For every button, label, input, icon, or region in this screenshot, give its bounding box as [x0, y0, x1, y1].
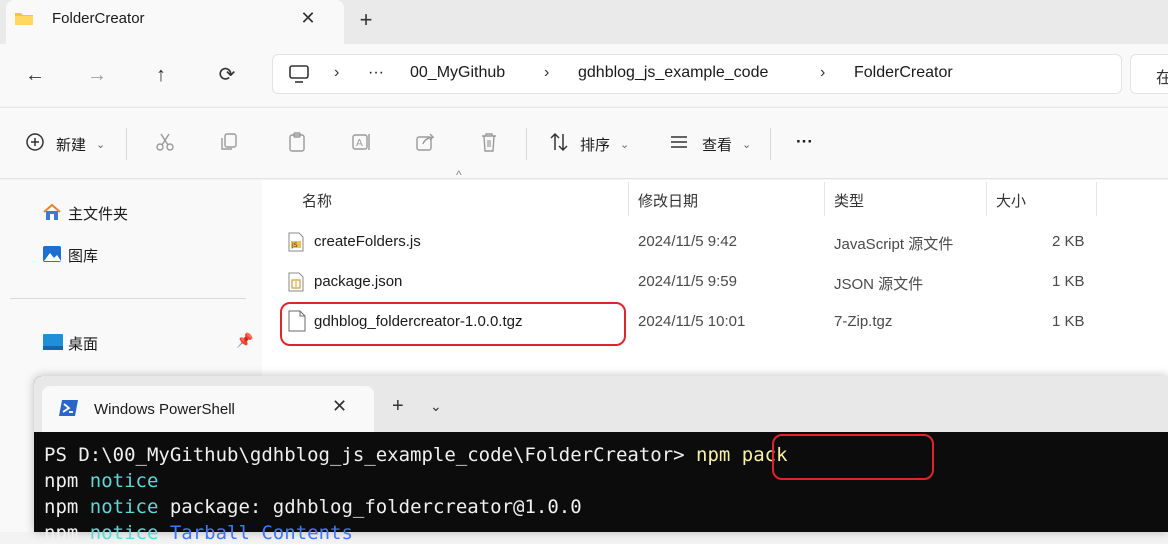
sidebar-item-label: 桌面	[68, 336, 99, 353]
column-header-size[interactable]: 大小	[996, 190, 1026, 211]
breadcrumb-00-mygithub[interactable]: 00_MyGithub	[410, 64, 505, 82]
breadcrumb-separator: ›	[334, 64, 340, 81]
powershell-tab-title: Windows PowerShell	[94, 401, 235, 418]
cut-icon[interactable]	[154, 131, 176, 153]
highlight-npm-pack	[772, 434, 934, 480]
column-header-modified[interactable]: 修改日期	[638, 190, 698, 211]
folder-icon	[15, 13, 33, 25]
sidebar-item-desktop[interactable]: 桌面 📌	[10, 328, 253, 358]
rename-icon[interactable]: A	[350, 131, 372, 153]
gallery-icon	[43, 246, 61, 262]
toolbar-divider	[526, 128, 527, 160]
notice-text: notice	[89, 522, 159, 544]
sidebar-item-label: 主文件夹	[68, 206, 129, 223]
breadcrumb-separator: ›	[544, 64, 550, 81]
terminal-line-prompt: PS D:\00_MyGithub\gdhblog_js_example_cod…	[44, 444, 788, 466]
notice-text: notice	[89, 470, 159, 492]
home-icon	[43, 203, 61, 220]
powershell-icon	[59, 400, 78, 416]
sort-button[interactable]: 排序	[580, 134, 610, 155]
js-file-icon: JS	[288, 232, 304, 252]
line-text: package: gdhblog_foldercreator@1.0.0	[158, 496, 582, 518]
column-header-name[interactable]: 名称	[302, 190, 332, 211]
sort-ascending-icon: ^	[456, 168, 462, 182]
column-divider	[986, 182, 987, 216]
refresh-button[interactable]: ⟳	[212, 60, 242, 90]
sidebar-item-gallery[interactable]: 图库	[10, 240, 246, 270]
line-text: Tarball Contents	[158, 522, 353, 544]
desktop-icon	[43, 334, 63, 350]
tab-close-icon[interactable]: ✕	[296, 6, 320, 30]
file-type: JSON 源文件	[834, 276, 924, 293]
prompt-text: PS D:\00_MyGithub\gdhblog_js_example_cod…	[44, 444, 697, 466]
file-name: package.json	[314, 273, 403, 290]
file-type: JavaScript 源文件	[834, 236, 954, 253]
this-pc-icon[interactable]	[288, 64, 310, 84]
file-row-package-json[interactable]: package.json 2024/11/5 9:59 JSON 源文件 1 K…	[272, 264, 1102, 302]
terminal-line: npm notice package: gdhblog_foldercreato…	[44, 496, 582, 518]
column-header-type[interactable]: 类型	[834, 190, 864, 211]
new-tab-button[interactable]: +	[354, 8, 378, 32]
npm-text: npm	[44, 522, 79, 544]
npm-text: npm	[44, 470, 79, 492]
new-button[interactable]: 新建	[56, 134, 86, 155]
svg-text:JS: JS	[291, 242, 298, 249]
column-divider	[628, 182, 629, 216]
sort-icon	[550, 132, 568, 152]
sidebar-divider	[10, 298, 246, 299]
pin-icon[interactable]: 📌	[236, 332, 253, 349]
share-icon[interactable]	[414, 131, 436, 153]
file-modified: 2024/11/5 9:42	[638, 233, 737, 250]
json-file-icon	[288, 272, 304, 292]
up-button[interactable]: ↑	[146, 60, 176, 90]
npm-text: npm	[44, 496, 79, 518]
search-placeholder: 在	[1156, 70, 1168, 87]
forward-button[interactable]: →	[82, 60, 112, 90]
toolbar-divider	[126, 128, 127, 160]
file-type: 7-Zip.tgz	[834, 313, 893, 330]
breadcrumb-more[interactable]: ···	[368, 64, 384, 82]
chevron-down-icon: ⌄	[620, 139, 630, 151]
file-modified: 2024/11/5 10:01	[638, 313, 746, 330]
chevron-down-icon: ⌄	[742, 139, 752, 151]
new-tab-button[interactable]: +	[392, 395, 404, 418]
svg-text:A: A	[356, 138, 363, 149]
tab-title: FolderCreator	[52, 10, 145, 27]
file-modified: 2024/11/5 9:59	[638, 273, 737, 290]
delete-icon[interactable]	[478, 131, 500, 153]
breadcrumb-gdhblog-js-example-code[interactable]: gdhblog_js_example_code	[578, 64, 768, 82]
terminal-line: npm notice Tarball Contents	[44, 522, 353, 544]
view-icon	[671, 136, 687, 148]
terminal-line: npm notice	[44, 470, 158, 492]
highlight-tgz-file	[280, 302, 626, 346]
breadcrumb-separator: ›	[820, 64, 826, 81]
tab-close-icon[interactable]: ✕	[332, 396, 347, 417]
file-size: 1 KB	[1052, 273, 1085, 290]
sidebar-item-label: 图库	[68, 248, 99, 265]
file-name: createFolders.js	[314, 233, 421, 250]
toolbar-divider	[770, 128, 771, 160]
more-options-button[interactable]: ···	[796, 132, 813, 152]
column-divider	[1096, 182, 1097, 216]
file-row-createfolders[interactable]: JS createFolders.js 2024/11/5 9:42 JavaS…	[272, 224, 1102, 262]
paste-icon[interactable]	[286, 131, 308, 153]
copy-icon[interactable]	[218, 131, 240, 153]
notice-text: notice	[89, 496, 159, 518]
new-icon	[26, 133, 44, 151]
chevron-down-icon: ⌄	[96, 139, 106, 151]
file-size: 2 KB	[1052, 233, 1085, 250]
breadcrumb-foldercreator[interactable]: FolderCreator	[854, 64, 953, 82]
column-divider	[824, 182, 825, 216]
file-size: 1 KB	[1052, 313, 1085, 330]
view-button[interactable]: 查看	[702, 134, 732, 155]
chevron-down-icon[interactable]: ⌄	[430, 398, 442, 415]
back-button[interactable]: ←	[20, 60, 50, 90]
sidebar-item-home[interactable]: 主文件夹	[10, 198, 246, 228]
